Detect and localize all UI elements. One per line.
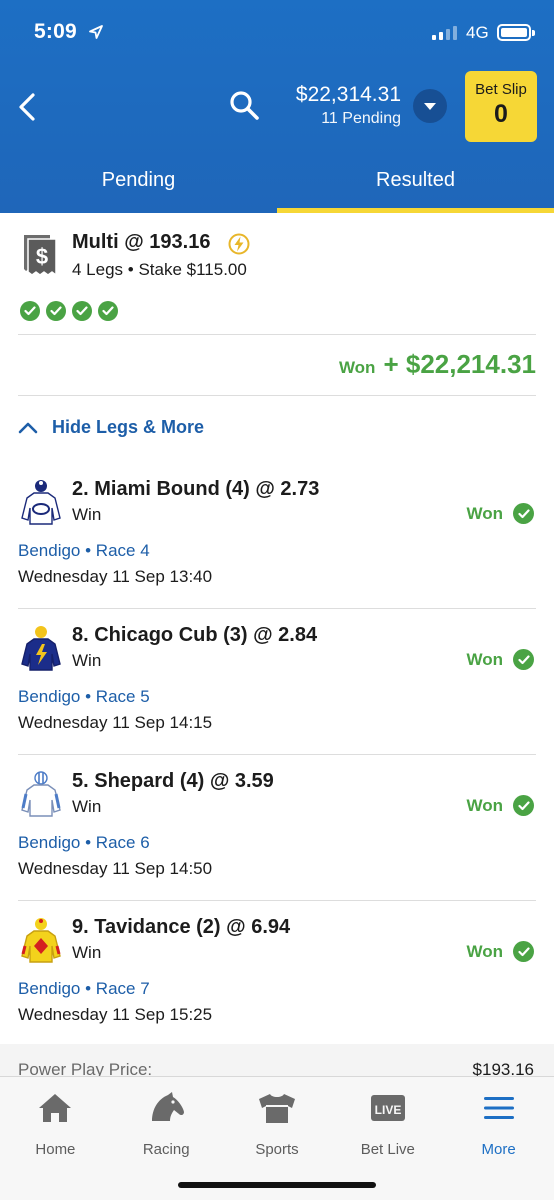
legs-list: 2. Miami Bound (4) @ 2.73 Win Won Bendig… <box>0 463 554 1047</box>
status-bar: 5:09 4G <box>0 0 554 68</box>
nav-home[interactable]: Home <box>0 1077 111 1163</box>
list-item[interactable]: 5. Shepard (4) @ 3.59 Win Won Bendigo • … <box>0 755 554 901</box>
tab-pending[interactable]: Pending <box>0 160 277 213</box>
leg-bet-type: Win <box>72 797 102 816</box>
leg-date: Wednesday 11 Sep 13:40 <box>18 567 213 586</box>
leg-bet-type: Win <box>72 505 102 524</box>
won-amount: + $22,214.31 <box>383 349 536 379</box>
caret-down-icon <box>424 102 436 110</box>
leg-race-link[interactable]: Bendigo • Race 6 <box>18 833 150 853</box>
chevron-left-icon <box>19 93 35 121</box>
list-item[interactable]: 8. Chicago Cub (3) @ 2.84 Win Won Bendig… <box>0 609 554 755</box>
list-item[interactable]: 2. Miami Bound (4) @ 2.73 Win Won Bendig… <box>0 463 554 609</box>
nav-racing[interactable]: Racing <box>111 1077 222 1163</box>
check-icon <box>46 301 66 321</box>
leg-result-label: Won <box>466 795 503 815</box>
menu-icon <box>483 1097 514 1119</box>
check-icon <box>98 301 118 321</box>
receipt-dollar-icon: $ <box>24 235 57 277</box>
leg-race-link[interactable]: Bendigo • Race 7 <box>18 979 150 999</box>
leg-result: Won <box>466 795 534 816</box>
leg-result: Won <box>466 649 534 670</box>
check-icon <box>72 301 92 321</box>
nav-more-label: More <box>481 1141 516 1158</box>
leg-date: Wednesday 11 Sep 15:25 <box>18 1005 213 1024</box>
leg-date: Wednesday 11 Sep 14:50 <box>18 859 213 878</box>
leg-result-label: Won <box>466 649 503 669</box>
bet-summary: $ Multi @ 193.16 4 Legs • Stake $115.00 … <box>0 213 554 396</box>
svg-text:$: $ <box>36 244 48 269</box>
check-icon <box>513 649 534 670</box>
nav-sports[interactable]: Sports <box>222 1077 333 1163</box>
battery-icon <box>497 24 535 41</box>
home-indicator[interactable] <box>178 1182 376 1188</box>
leg-runner-title: 5. Shepard (4) @ 3.59 <box>72 770 274 792</box>
horse-head-icon <box>152 1092 185 1121</box>
bet-title: Multi @ 193.16 <box>72 231 211 253</box>
account-dropdown-button[interactable] <box>413 89 447 123</box>
list-item[interactable]: 9. Tavidance (2) @ 6.94 Win Won Bendigo … <box>0 901 554 1047</box>
jockey-silk-icon <box>21 626 61 671</box>
bet-slip-button[interactable]: Bet Slip 0 <box>465 71 537 142</box>
bet-won-line: Won + $22,214.31 <box>339 349 536 380</box>
leg-runner-title: 9. Tavidance (2) @ 6.94 <box>72 916 291 938</box>
jockey-silk-icon <box>21 771 61 817</box>
bet-tabs: Pending Resulted <box>0 160 554 213</box>
status-time: 5:09 <box>34 20 77 43</box>
leg-result-label: Won <box>466 503 503 523</box>
location-arrow-icon <box>89 25 103 39</box>
account-balance[interactable]: $22,314.31 11 Pending <box>270 82 401 130</box>
home-icon <box>39 1094 72 1122</box>
check-icon <box>513 503 534 524</box>
pending-count: 11 Pending <box>321 110 401 127</box>
leg-race-link[interactable]: Bendigo • Race 4 <box>18 541 150 561</box>
bet-slip-label: Bet Slip <box>475 81 527 98</box>
nav-bet-live-label: Bet Live <box>360 1141 415 1158</box>
app-header: 5:09 4G $22,314.31 11 Pending Bet Slip 0 <box>0 0 554 213</box>
nav-bet-live[interactable]: LIVE Bet Live <box>332 1077 443 1163</box>
signal-strength-icon <box>432 26 457 40</box>
divider <box>18 334 536 335</box>
power-play-row: Power Play Price: $193.16 <box>0 1044 554 1079</box>
nav-racing-label: Racing <box>142 1141 190 1158</box>
divider <box>18 395 536 396</box>
jockey-silk-icon <box>21 918 61 963</box>
balance-amount: $22,314.31 <box>295 83 401 106</box>
leg-result: Won <box>466 941 534 962</box>
nav-sports-label: Sports <box>255 1141 299 1158</box>
bet-card: $ Multi @ 193.16 4 Legs • Stake $115.00 … <box>0 213 554 1024</box>
chevron-up-icon <box>18 422 38 433</box>
bottom-nav: Home Racing Sports LIVE Bet Live More <box>0 1076 554 1200</box>
hide-legs-toggle[interactable]: Hide Legs & More <box>18 417 204 438</box>
leg-result-label: Won <box>466 941 503 961</box>
live-icon: LIVE <box>370 1095 405 1121</box>
jersey-icon <box>258 1094 295 1123</box>
bet-slip-count: 0 <box>494 100 508 128</box>
leg-status-indicators <box>20 301 118 321</box>
check-icon <box>20 301 40 321</box>
search-button[interactable] <box>227 88 263 124</box>
back-button[interactable] <box>10 88 44 126</box>
nav-more[interactable]: More <box>443 1077 554 1163</box>
svg-text:LIVE: LIVE <box>374 1103 401 1117</box>
leg-date: Wednesday 11 Sep 14:15 <box>18 713 213 732</box>
leg-runner-title: 8. Chicago Cub (3) @ 2.84 <box>72 624 318 646</box>
check-icon <box>513 795 534 816</box>
leg-bet-type: Win <box>72 651 102 670</box>
leg-race-link[interactable]: Bendigo • Race 5 <box>18 687 150 707</box>
won-label: Won <box>338 358 376 377</box>
nav-home-label: Home <box>35 1141 76 1158</box>
power-play-bolt-icon <box>228 233 250 255</box>
tab-resulted[interactable]: Resulted <box>277 160 554 213</box>
leg-bet-type: Win <box>72 943 102 962</box>
bet-legs-stake: 4 Legs • Stake $115.00 <box>72 260 247 279</box>
jockey-silk-icon <box>21 480 61 525</box>
hide-legs-label: Hide Legs & More <box>52 417 205 437</box>
search-icon <box>230 91 259 120</box>
leg-runner-title: 2. Miami Bound (4) @ 2.73 <box>72 478 320 500</box>
check-icon <box>513 941 534 962</box>
leg-result: Won <box>466 503 534 524</box>
network-type: 4G <box>466 23 489 42</box>
